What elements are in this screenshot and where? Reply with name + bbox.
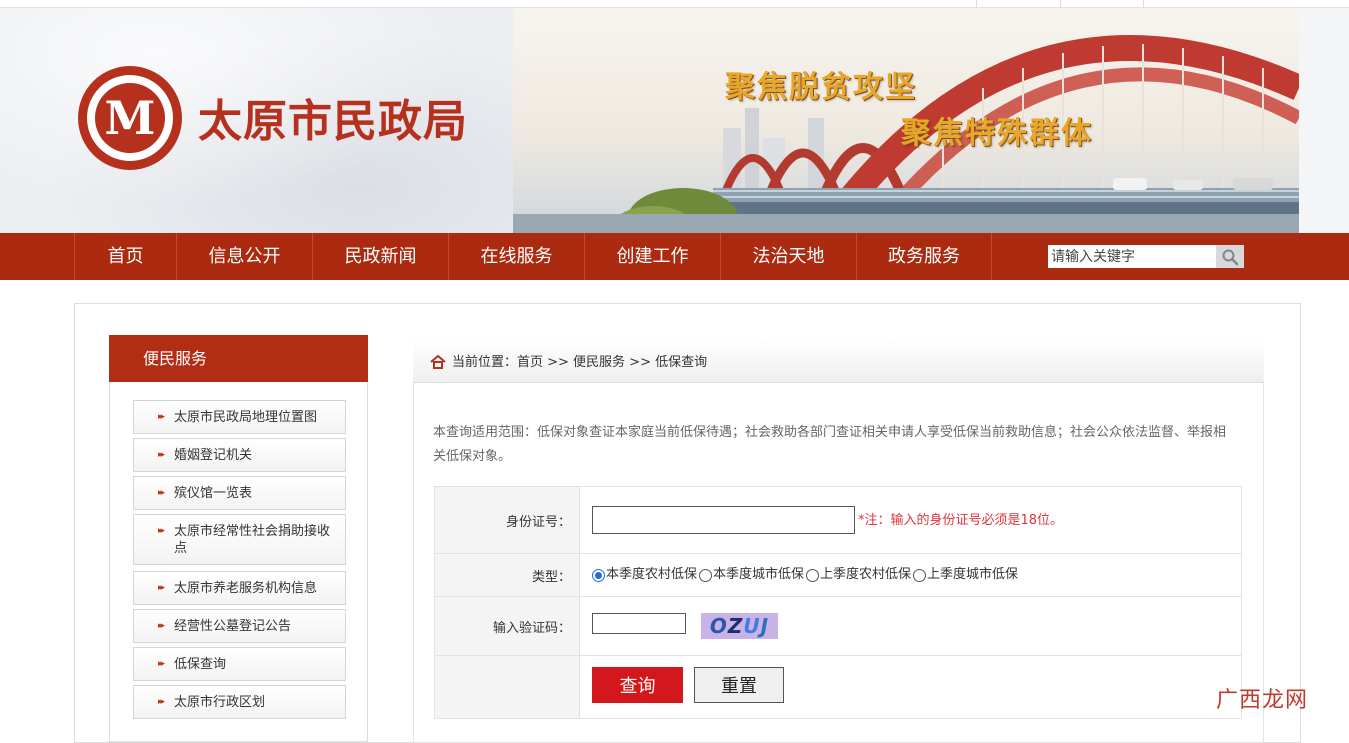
type-radio-group: 本季度农村低保 本季度城市低保 上季度农村低保 上季度城市低保	[592, 566, 1020, 584]
top-strip-divider	[1143, 0, 1144, 8]
form-row-id: 身份证号： *注：输入的身份证号必须是18位。	[435, 487, 1241, 554]
form-row-type: 类型： 本季度农村低保 本季度城市低保 上季度农村低保 上季度城市低保	[435, 554, 1241, 597]
sidebar-item-label: 太原市养老服务机构信息	[174, 581, 318, 596]
reset-button[interactable]: 重置	[694, 667, 784, 703]
main-nav-items: 首页 信息公开 民政新闻 在线服务 创建工作 法治天地 政务服务	[74, 233, 992, 280]
nav-item-government-services[interactable]: 政务服务	[856, 233, 992, 280]
sidebar-item-location-map[interactable]: ▸▸ 太原市民政局地理位置图	[133, 400, 346, 434]
nav-item-online-services[interactable]: 在线服务	[448, 233, 584, 280]
sidebar-item-label: 太原市民政局地理位置图	[174, 410, 318, 425]
search-button[interactable]	[1216, 245, 1244, 268]
search-input[interactable]	[1048, 245, 1216, 268]
sidebar-item-cemetery-notice[interactable]: ▸▸ 经营性公墓登记公告	[133, 609, 346, 643]
banner-slogan-poverty: 聚焦脱贫攻坚	[725, 70, 917, 105]
form-row-captcha: 输入验证码： OZUJ	[435, 597, 1241, 656]
captcha-char: U	[743, 614, 761, 638]
radio-urban-previous[interactable]	[913, 568, 927, 582]
site-search	[1048, 245, 1244, 268]
radio-label: 上季度农村低保	[820, 567, 912, 582]
double-arrow-icon: ▸▸	[158, 697, 165, 707]
double-arrow-icon: ▸▸	[158, 659, 165, 669]
banner-slogan-special-groups: 聚焦特殊群体	[901, 116, 1093, 151]
query-button[interactable]: 查询	[592, 667, 683, 703]
double-arrow-icon: ▸▸	[158, 583, 165, 593]
id-length-note: *注：输入的身份证号必须是18位。	[858, 513, 1064, 528]
sidebar-item-label: 经营性公墓登记公告	[174, 619, 292, 634]
sidebar-item-marriage-registry[interactable]: ▸▸ 婚姻登记机关	[133, 438, 346, 472]
top-strip	[0, 0, 1349, 8]
home-icon	[430, 355, 446, 369]
sidebar-item-funeral-homes[interactable]: ▸▸ 殡仪馆一览表	[133, 476, 346, 510]
type-label: 类型：	[435, 554, 580, 596]
captcha-label: 输入验证码：	[435, 597, 580, 655]
radio-label: 本季度农村低保	[606, 567, 698, 582]
sidebar-item-admin-divisions[interactable]: ▸▸ 太原市行政区划	[133, 685, 346, 719]
captcha-char: O	[709, 614, 728, 638]
radio-urban-current[interactable]	[699, 568, 713, 582]
top-strip-divider	[976, 0, 977, 8]
captcha-input[interactable]	[592, 613, 686, 634]
radio-label: 本季度城市低保	[713, 567, 805, 582]
radio-rural-previous[interactable]	[806, 568, 820, 582]
sidebar-item-donation-points[interactable]: ▸▸ 太原市经常性社会捐助接收点	[133, 514, 346, 565]
watermark-text: 广西龙网	[1216, 688, 1309, 713]
sidebar-item-label: 太原市行政区划	[174, 695, 266, 710]
breadcrumb: 当前位置：首页 >> 便民服务 >> 低保查询	[413, 338, 1264, 383]
sidebar-item-label: 殡仪馆一览表	[174, 486, 253, 501]
site-header: M 太原市民政局 聚焦脱贫攻坚 聚焦特殊群体	[0, 8, 1349, 233]
double-arrow-icon: ▸▸	[158, 526, 165, 536]
search-icon	[1222, 249, 1239, 265]
nav-item-info-disclosure[interactable]: 信息公开	[176, 233, 312, 280]
emblem-glyph: M	[104, 91, 156, 145]
nav-item-home[interactable]: 首页	[74, 233, 176, 280]
sidebar-item-label: 太原市经常性社会捐助接收点	[174, 524, 331, 556]
radio-label: 上季度城市低保	[927, 567, 1019, 582]
sidebar-item-label: 低保查询	[174, 657, 227, 672]
watermark: 广西龙网	[1216, 680, 1308, 716]
captcha-char: Z	[727, 614, 744, 638]
top-strip-divider	[1060, 0, 1061, 8]
form-row-actions: 查询 重置	[435, 656, 1241, 718]
civil-affairs-emblem-icon[interactable]: M	[78, 66, 182, 170]
subsistence-query-form: 身份证号： *注：输入的身份证号必须是18位。 类型： 本季度农村低保 本季度城…	[434, 486, 1242, 719]
breadcrumb-text: 当前位置：首页 >> 便民服务 >> 低保查询	[452, 355, 708, 370]
nav-item-creation-work[interactable]: 创建工作	[584, 233, 720, 280]
captcha-char: J	[760, 614, 770, 638]
query-scope-description: 本查询适用范围：低保对象查证本家庭当前低保待遇；社会救助各部门查证相关申请人享受…	[433, 425, 1227, 464]
actions-label-cell	[435, 656, 580, 718]
double-arrow-icon: ▸▸	[158, 488, 165, 498]
site-title[interactable]: 太原市民政局	[198, 94, 468, 150]
double-arrow-icon: ▸▸	[158, 450, 165, 460]
sidebar-item-label: 婚姻登记机关	[174, 448, 253, 463]
sidebar-item-elderly-care[interactable]: ▸▸ 太原市养老服务机构信息	[133, 571, 346, 605]
sidebar-title: 便民服务	[109, 335, 368, 382]
double-arrow-icon: ▸▸	[158, 621, 165, 631]
header-banner: 聚焦脱贫攻坚 聚焦特殊群体	[513, 8, 1299, 233]
id-number-input[interactable]	[592, 506, 855, 534]
captcha-image[interactable]: OZUJ	[701, 613, 778, 639]
captcha-text: OZUJ	[701, 613, 778, 639]
sidebar-item-subsistence-query[interactable]: ▸▸ 低保查询	[133, 647, 346, 681]
nav-item-news[interactable]: 民政新闻	[312, 233, 448, 280]
id-label: 身份证号：	[435, 487, 580, 553]
double-arrow-icon: ▸▸	[158, 412, 165, 422]
nav-item-rule-of-law[interactable]: 法治天地	[720, 233, 856, 280]
header-background	[1299, 8, 1349, 233]
radio-rural-current[interactable]	[592, 568, 605, 582]
